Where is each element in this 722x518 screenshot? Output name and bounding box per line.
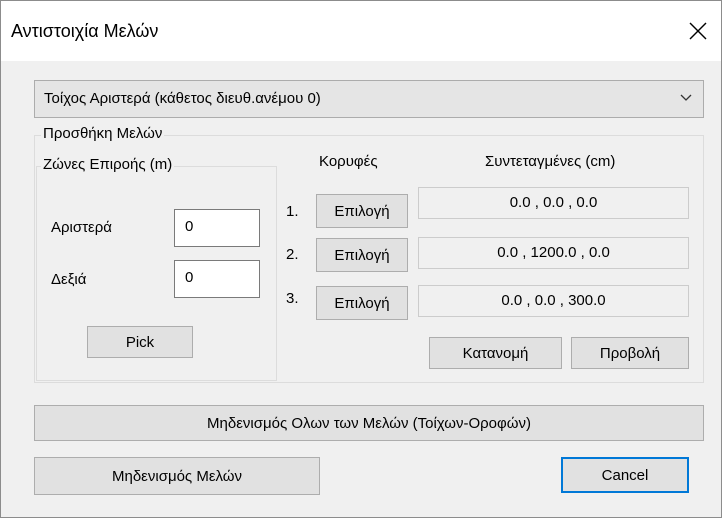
vertex-number: 3. bbox=[286, 290, 299, 307]
vertex-coords-3: 0.0 , 0.0 , 300.0 bbox=[418, 285, 689, 317]
coordinates-header: Συντεταγμένες (cm) bbox=[485, 153, 616, 170]
vertex-number: 2. bbox=[286, 246, 299, 263]
view-button[interactable]: Προβολή bbox=[571, 337, 689, 369]
add-members-group-label: Προσθήκη Μελών bbox=[41, 125, 165, 142]
influence-zones-label: Ζώνες Επιροής (m) bbox=[41, 156, 175, 173]
window-title: Αντιστοιχία Μελών bbox=[11, 21, 159, 41]
vertex-select-button-3[interactable]: Επιλογή bbox=[316, 286, 408, 320]
close-button[interactable] bbox=[675, 7, 721, 55]
dialog-window: Αντιστοιχία Μελών Τοίχος Αριστερά (κάθετ… bbox=[0, 0, 722, 518]
vertices-header: Κορυφές bbox=[319, 153, 378, 170]
vertex-coords-1: 0.0 , 0.0 , 0.0 bbox=[418, 187, 689, 219]
distribute-button[interactable]: Κατανομή bbox=[429, 337, 562, 369]
reset-members-button[interactable]: Μηδενισμός Μελών bbox=[34, 457, 320, 495]
left-zone-input[interactable]: 0 bbox=[174, 209, 260, 247]
cancel-button[interactable]: Cancel bbox=[561, 457, 689, 493]
right-zone-input[interactable]: 0 bbox=[174, 260, 260, 298]
reset-all-members-button[interactable]: Μηδενισμός Ολων των Μελών (Τοίχων-Οροφών… bbox=[34, 405, 704, 441]
member-select-value: Τοίχος Αριστερά (κάθετος διευθ.ανέμου 0) bbox=[44, 90, 321, 107]
chevron-down-icon bbox=[680, 94, 692, 101]
dialog-body: Τοίχος Αριστερά (κάθετος διευθ.ανέμου 0)… bbox=[1, 61, 721, 517]
vertex-select-button-1[interactable]: Επιλογή bbox=[316, 194, 408, 228]
left-zone-label: Αριστερά bbox=[51, 219, 112, 236]
pick-button[interactable]: Pick bbox=[87, 326, 193, 358]
right-zone-label: Δεξιά bbox=[51, 271, 87, 288]
close-icon bbox=[689, 22, 707, 40]
vertex-select-button-2[interactable]: Επιλογή bbox=[316, 238, 408, 272]
vertex-number: 1. bbox=[286, 203, 299, 220]
title-bar: Αντιστοιχία Μελών bbox=[1, 1, 721, 61]
member-select[interactable]: Τοίχος Αριστερά (κάθετος διευθ.ανέμου 0) bbox=[34, 80, 704, 118]
vertex-coords-2: 0.0 , 1200.0 , 0.0 bbox=[418, 237, 689, 269]
